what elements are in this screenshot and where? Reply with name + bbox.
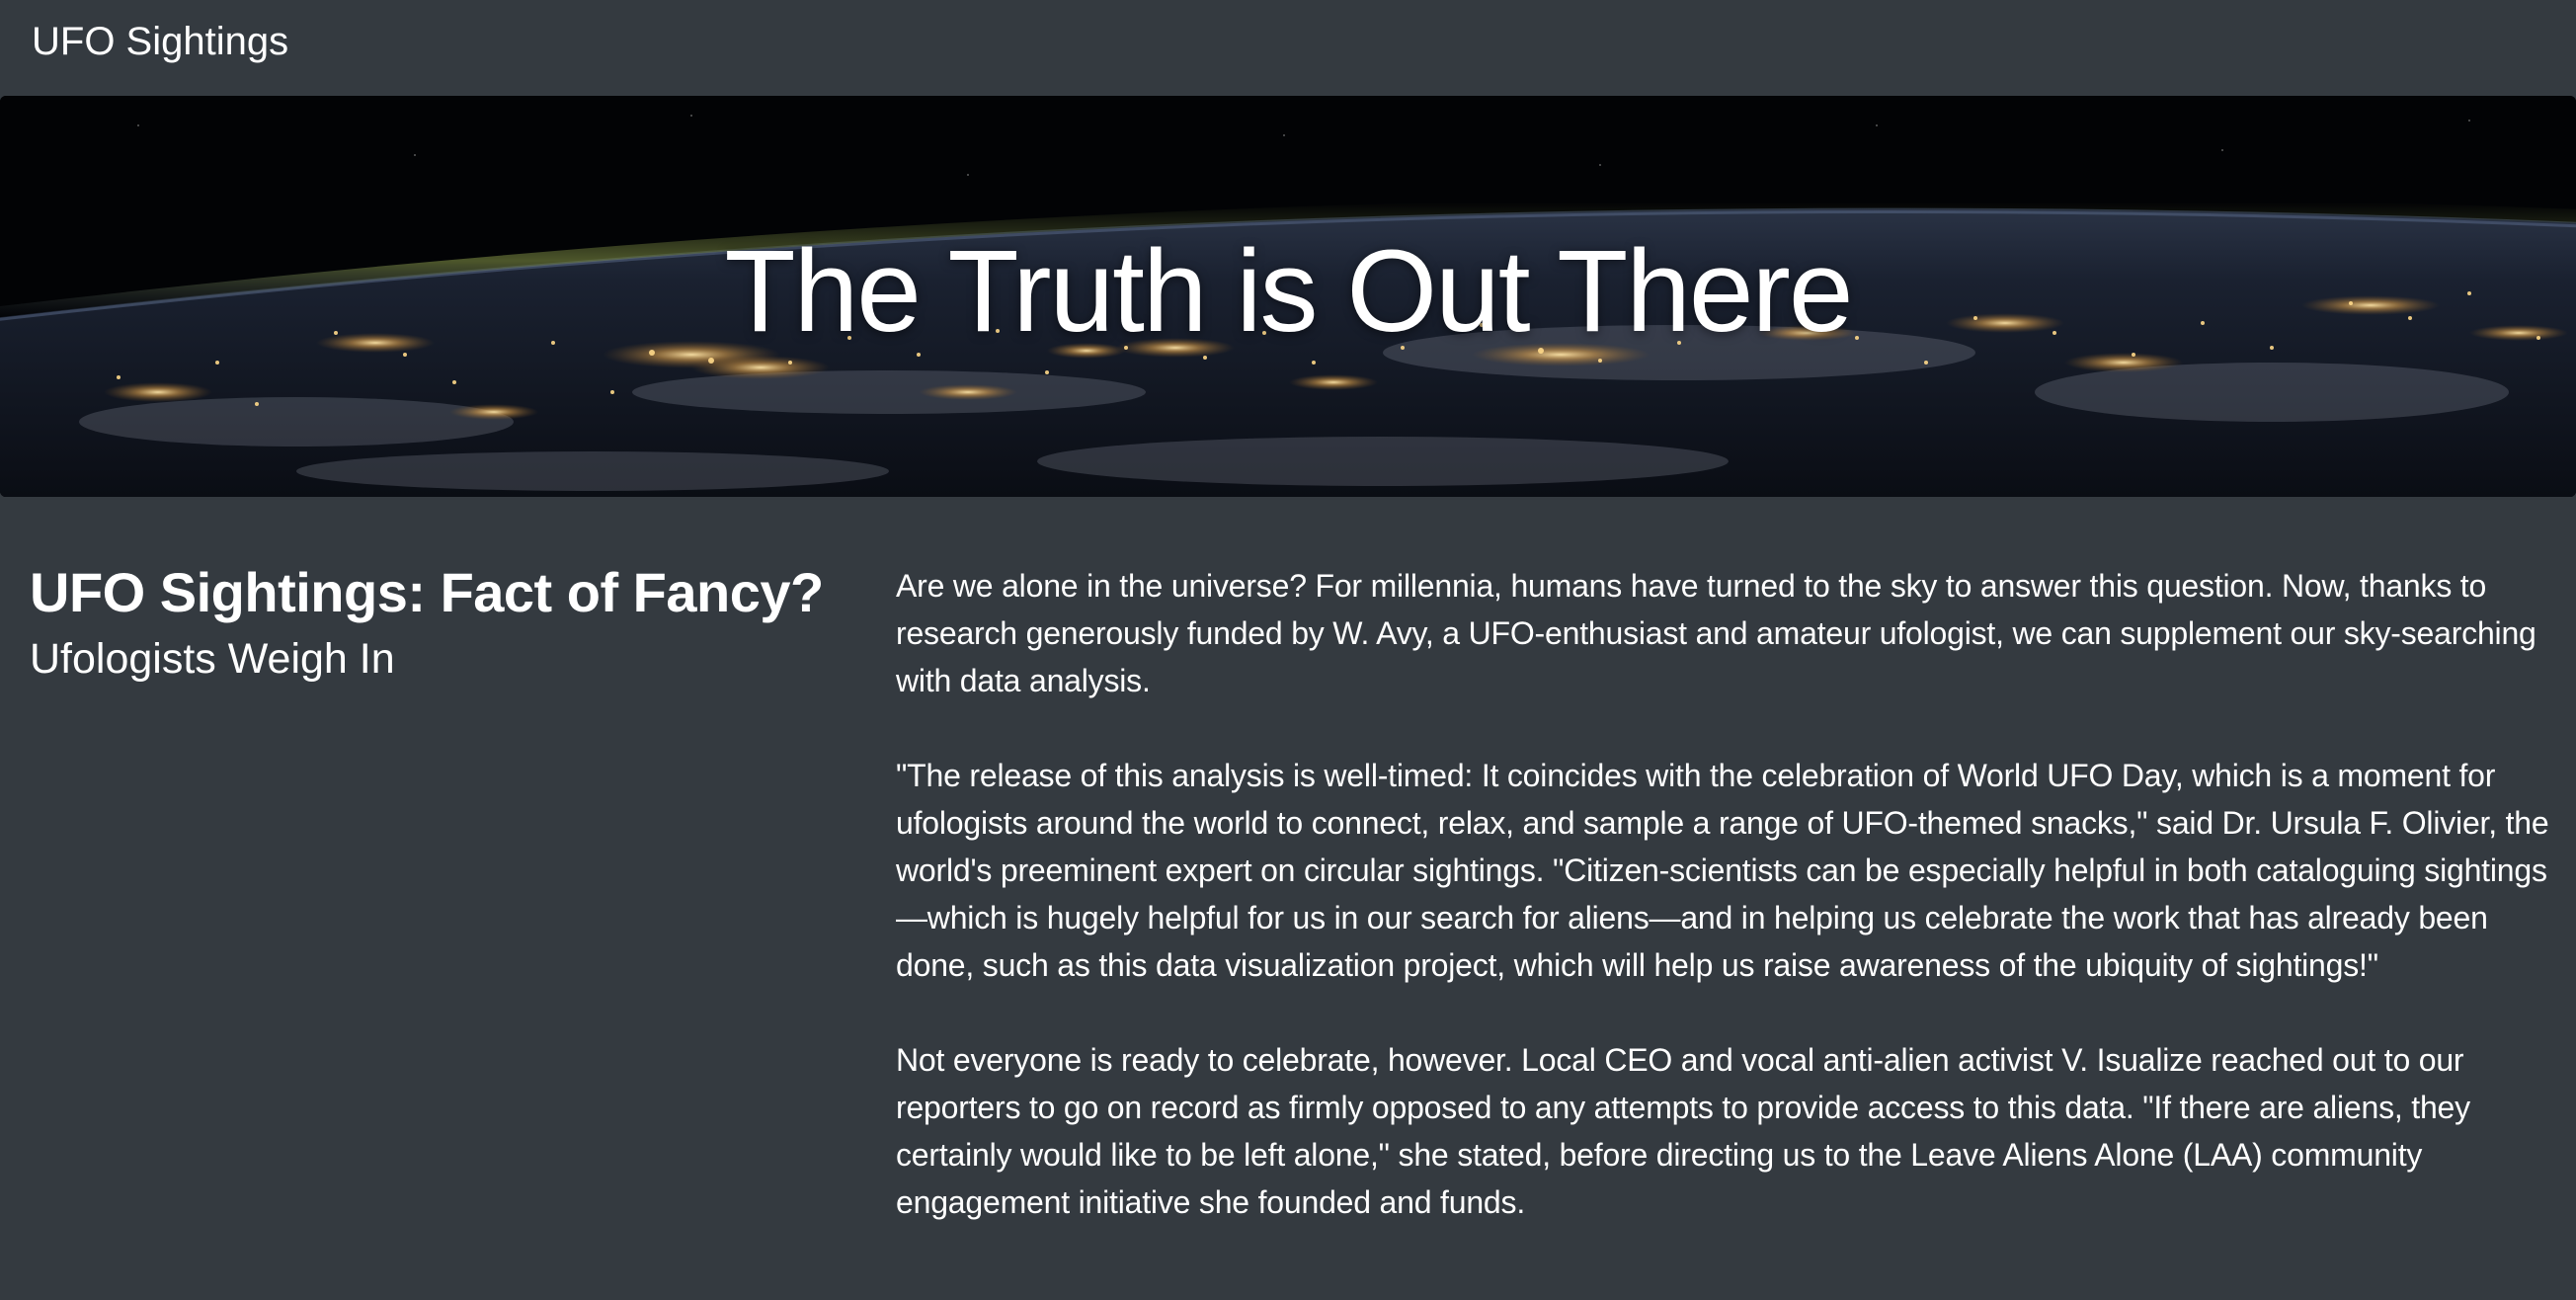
article-heading: UFO Sightings: Fact of Fancy? bbox=[30, 561, 824, 623]
hero-title: The Truth is Out There bbox=[724, 226, 1854, 357]
article-paragraph: "The release of this analysis is well-ti… bbox=[896, 758, 2549, 983]
article-paragraph: Are we alone in the universe? For millen… bbox=[896, 568, 2536, 698]
navbar-brand-link[interactable]: UFO Sightings bbox=[32, 18, 288, 65]
navbar: UFO Sightings bbox=[0, 0, 2576, 96]
article-subheading: Ufologists Weigh In bbox=[30, 635, 395, 683]
article-body: Are we alone in the universe? For millen… bbox=[896, 562, 2555, 1273]
hero-banner: The Truth is Out There bbox=[0, 96, 2576, 497]
article-paragraph: Not everyone is ready to celebrate, howe… bbox=[896, 1042, 2470, 1220]
article-header: UFO Sightings: Fact of Fancy? Ufologists… bbox=[30, 555, 840, 688]
